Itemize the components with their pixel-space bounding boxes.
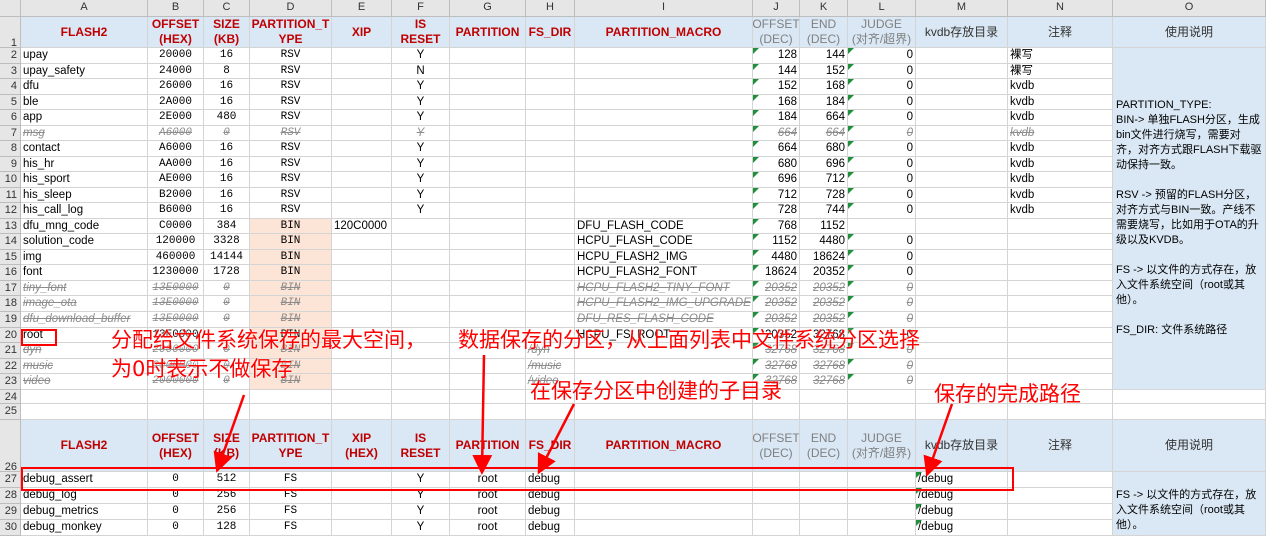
arrow-to-fsdir (537, 403, 576, 475)
annotation-arrows (213, 354, 954, 477)
arrow-to-size (213, 394, 246, 473)
arrow-to-kvdb (923, 403, 954, 477)
arrow-to-partition (472, 354, 493, 475)
